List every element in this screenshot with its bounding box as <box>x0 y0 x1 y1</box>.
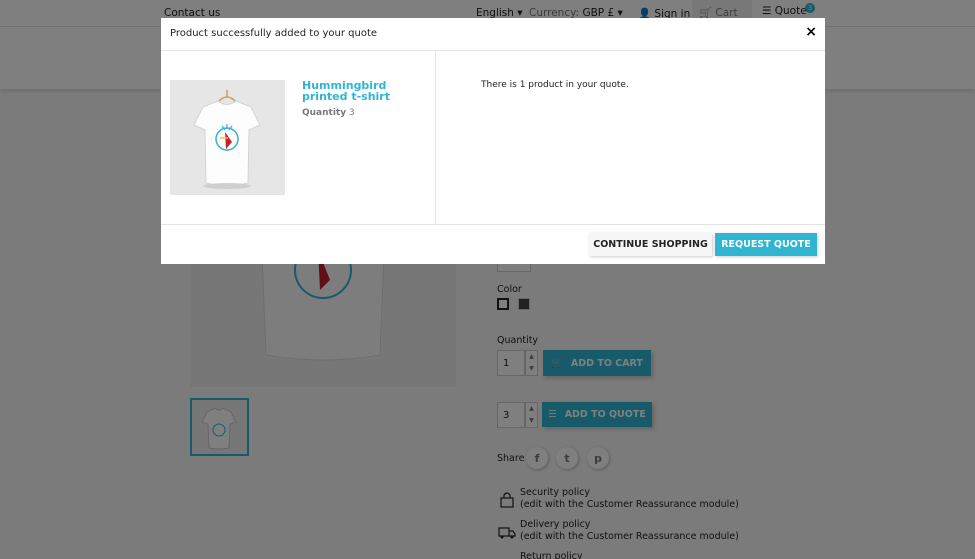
continue-shopping-button[interactable]: Continue shopping <box>589 233 712 256</box>
modal-quantity-value: 3 <box>348 108 355 118</box>
modal-body: Hummingbird printed t-shirt Quantity 3 T… <box>161 51 825 225</box>
modal-product-quantity: Quantity 3 <box>302 108 355 118</box>
close-icon[interactable]: × <box>805 24 817 40</box>
modal-divider <box>435 51 436 225</box>
modal-header: Product successfully added to your quote… <box>161 18 825 51</box>
modal-quantity-label: Quantity <box>302 108 347 118</box>
modal-product-image <box>170 80 285 195</box>
quote-confirmation-modal: Product successfully added to your quote… <box>161 18 825 264</box>
quote-summary-message: There is 1 product in your quote. <box>481 80 629 90</box>
request-quote-button[interactable]: Request quote <box>715 233 817 256</box>
tshirt-image <box>170 80 285 195</box>
modal-title: Product successfully added to your quote <box>170 28 378 39</box>
modal-product-name[interactable]: Hummingbird printed t-shirt <box>302 80 427 102</box>
